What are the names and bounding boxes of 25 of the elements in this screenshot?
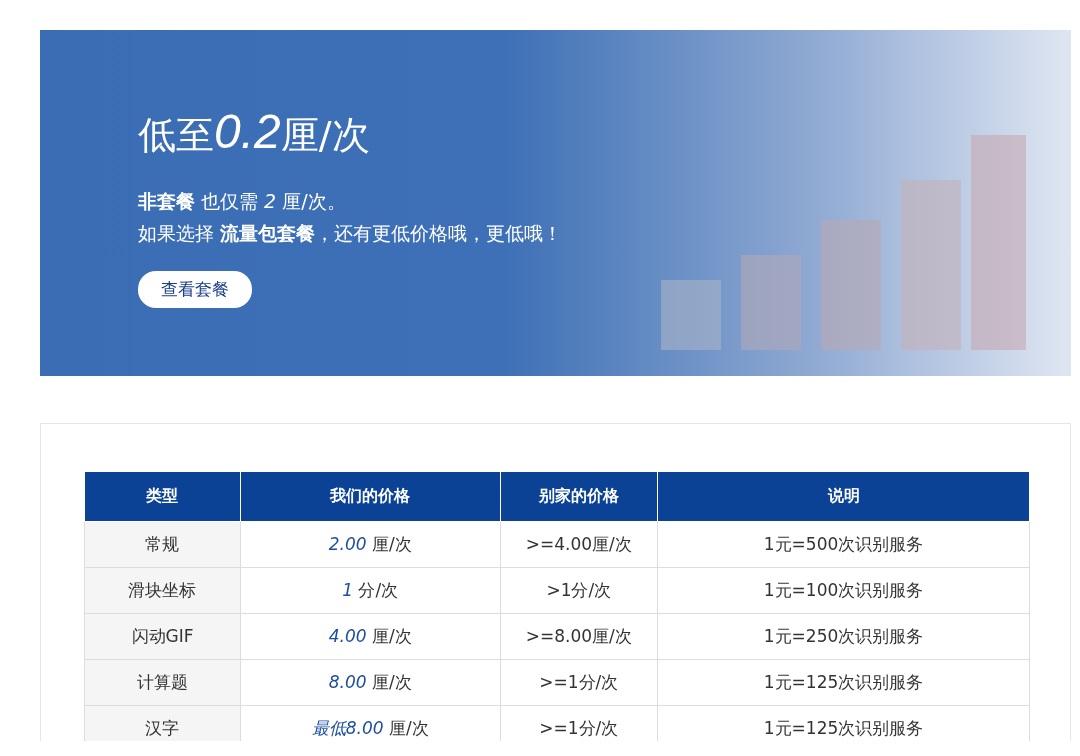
note-cell: 1元=250次识别服务 — [657, 613, 1030, 660]
type-cell: 闪动GIF — [84, 613, 241, 660]
type-cell: 计算题 — [84, 659, 241, 706]
note-cell: 1元=125次识别服务 — [657, 659, 1030, 706]
note-cell: 1元=100次识别服务 — [657, 567, 1030, 614]
price-cell: >1分/次 — [500, 567, 658, 614]
note-cell: 1元=500次识别服务 — [657, 521, 1030, 568]
view-packages-button[interactable]: 查看套餐 — [138, 271, 252, 308]
banner-text: 如果选择 流量包套餐，还有更低价格哦，更低哦！ — [138, 221, 563, 246]
price-cell: >=1分/次 — [500, 659, 658, 706]
price-cell: 4.00 厘/次 — [240, 613, 500, 660]
price-cell: 8.00 厘/次 — [240, 659, 500, 706]
price-cell: >=4.00厘/次 — [500, 521, 658, 568]
column-header: 别家的价格 — [500, 471, 658, 522]
column-header: 我们的价格 — [240, 471, 500, 522]
price-cell: 1 分/次 — [240, 567, 500, 614]
column-header: 类型 — [84, 471, 241, 522]
type-cell: 汉字 — [84, 705, 241, 741]
banner-headline: 低至0.2厘/次 — [138, 104, 370, 160]
price-cell: 2.00 厘/次 — [240, 521, 500, 568]
type-cell: 常规 — [84, 521, 241, 568]
banner-text: 非套餐 也仅需 2 厘/次。 — [138, 189, 346, 214]
type-cell: 滑块坐标 — [84, 567, 241, 614]
price-cell: >=8.00厘/次 — [500, 613, 658, 660]
column-header: 说明 — [657, 471, 1030, 522]
